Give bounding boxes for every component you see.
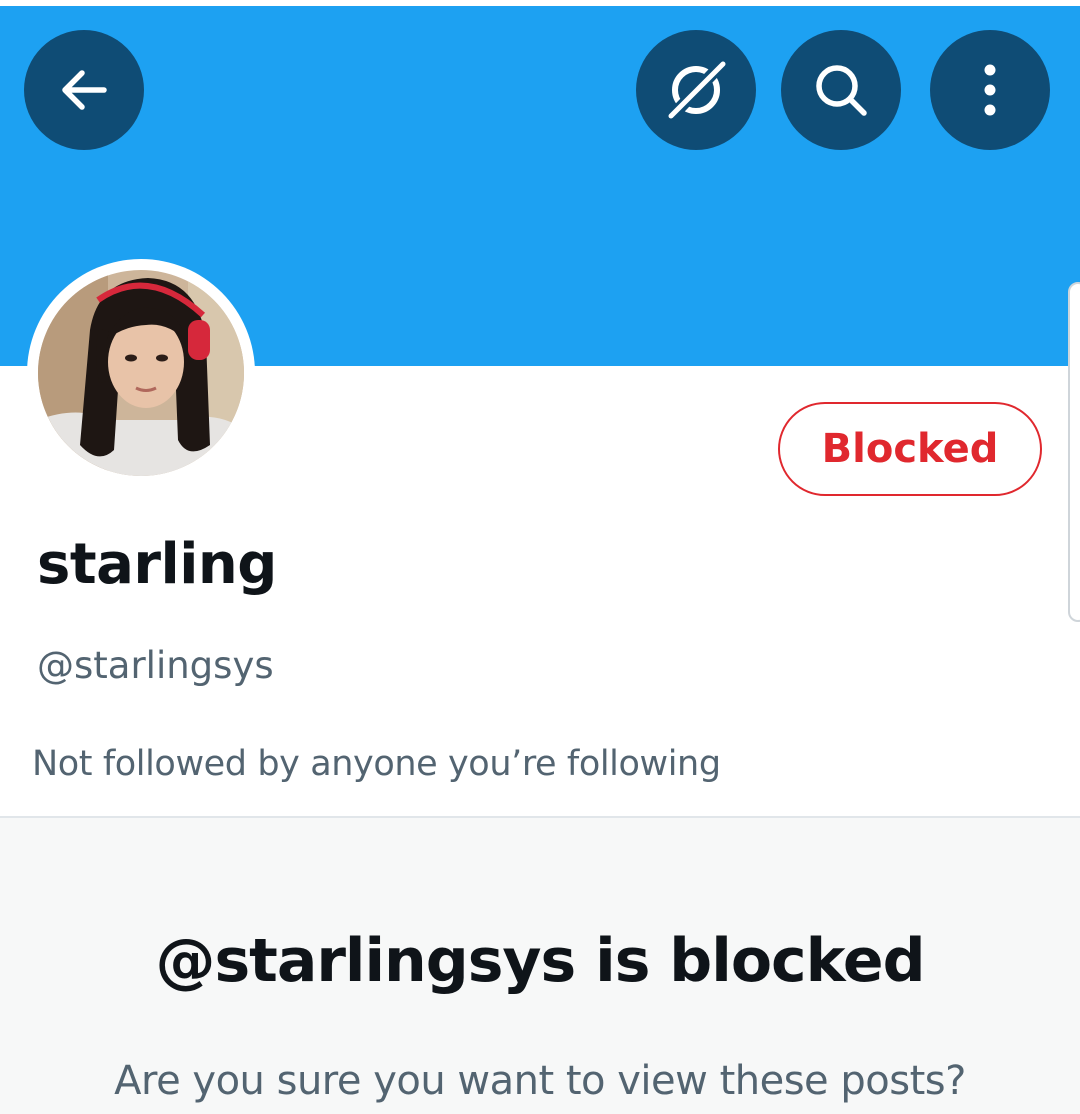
blocked-notice-title: @starlingsys is blocked [155,926,925,996]
back-button[interactable] [24,30,144,150]
search-button[interactable] [781,30,901,150]
grok-button[interactable] [636,30,756,150]
avatar-photo [38,270,244,476]
user-handle: @starlingsys [37,644,274,687]
follow-context: Not followed by anyone you’re following [32,744,721,784]
blocked-button[interactable]: Blocked [778,402,1042,496]
search-icon [816,65,867,116]
scroll-handle[interactable] [1068,282,1080,622]
avatar[interactable] [38,270,244,476]
blocked-notice-subtitle: Are you sure you want to view these post… [114,1058,966,1104]
display-name: starling [37,532,277,597]
grok-slash-circle-icon [667,59,727,121]
more-options-button[interactable] [930,30,1050,150]
more-vertical-icon [984,64,996,116]
arrow-left-icon [62,70,107,110]
profile-page: Blocked starling @starlingsys Not follow… [0,0,1080,1114]
